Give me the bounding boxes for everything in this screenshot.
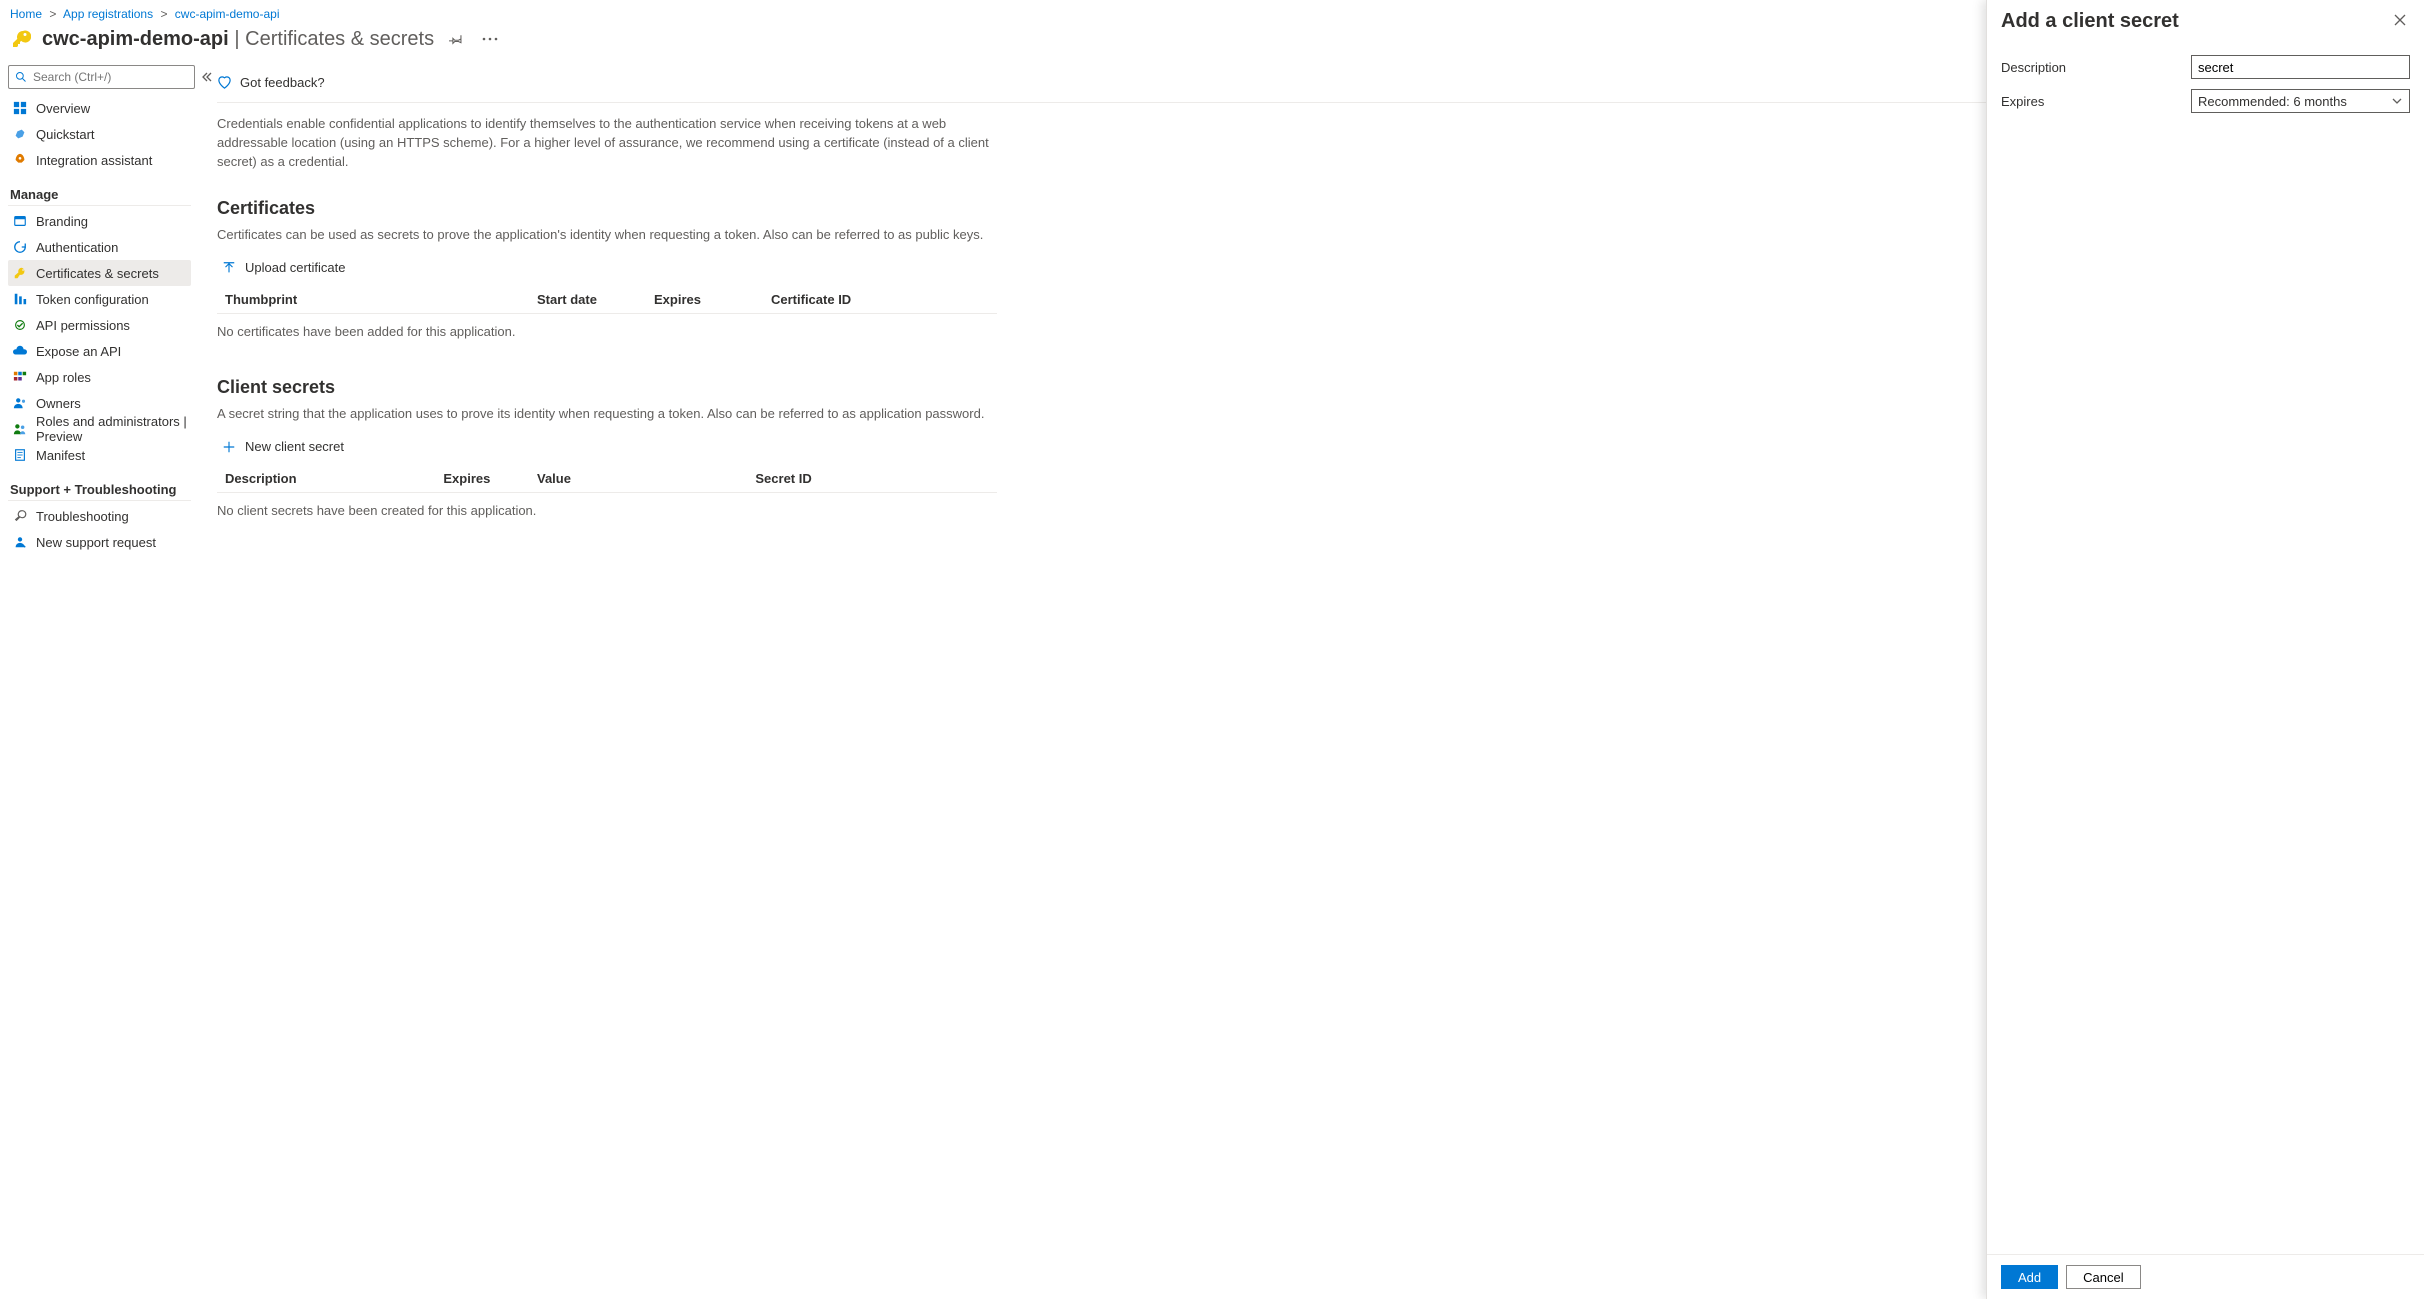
panel-close-button[interactable] [2390, 10, 2410, 30]
sidebar-item-certificates-secrets[interactable]: Certificates & secrets [8, 260, 191, 286]
nav-label: Manifest [36, 448, 85, 463]
trouble-icon [12, 508, 28, 524]
api-perm-icon [12, 317, 28, 333]
nav-label: Integration assistant [36, 153, 152, 168]
rocket-icon [12, 152, 28, 168]
client-secrets-table: Description Expires Value Secret ID [217, 465, 997, 493]
expires-label: Expires [2001, 94, 2181, 109]
new-client-secret-button[interactable]: New client secret [217, 435, 348, 459]
feedback-link[interactable]: Got feedback? [240, 75, 325, 90]
sidebar-item-overview[interactable]: Overview [8, 95, 191, 121]
sidebar-item-quickstart[interactable]: Quickstart [8, 121, 191, 147]
certificates-table: Thumbprint Start date Expires Certificat… [217, 286, 997, 314]
manifest-icon [12, 447, 28, 463]
expires-value: Recommended: 6 months [2198, 94, 2347, 109]
nav-label: New support request [36, 535, 156, 550]
upload-icon [221, 260, 237, 276]
description-label: Description [2001, 60, 2181, 75]
add-client-secret-panel: Add a client secret Description Expires … [1986, 0, 2424, 1299]
search-icon [15, 71, 27, 83]
upload-certificate-button[interactable]: Upload certificate [217, 256, 349, 280]
breadcrumb-current[interactable]: cwc-apim-demo-api [175, 7, 280, 21]
sidebar-item-owners[interactable]: Owners [8, 390, 191, 416]
branding-icon [12, 213, 28, 229]
cancel-button[interactable]: Cancel [2066, 1265, 2140, 1289]
add-button[interactable]: Add [2001, 1265, 2058, 1289]
admins-icon [12, 421, 28, 437]
nav-label: Troubleshooting [36, 509, 129, 524]
sidebar-item-integration-assistant[interactable]: Integration assistant [8, 147, 191, 173]
panel-title: Add a client secret [2001, 10, 2179, 33]
token-icon [12, 291, 28, 307]
nav-label: App roles [36, 370, 91, 385]
col-secret-value: Value [529, 465, 747, 493]
nav-label: Token configuration [36, 292, 149, 307]
upload-certificate-label: Upload certificate [245, 260, 345, 275]
auth-icon [12, 239, 28, 255]
pin-button[interactable] [444, 27, 468, 51]
expires-select[interactable]: Recommended: 6 months [2191, 89, 2410, 113]
nav-label: Quickstart [36, 127, 95, 142]
col-thumbprint: Thumbprint [217, 286, 529, 314]
credentials-description: Credentials enable confidential applicat… [217, 103, 997, 184]
expose-icon [12, 343, 28, 359]
col-start-date: Start date [529, 286, 646, 314]
sidebar-item-api-permissions[interactable]: API permissions [8, 312, 191, 338]
sidebar-item-token-configuration[interactable]: Token configuration [8, 286, 191, 312]
roles-icon [12, 369, 28, 385]
key-icon [12, 265, 28, 281]
sidebar-item-troubleshooting[interactable]: Troubleshooting [8, 503, 191, 529]
nav-label: Authentication [36, 240, 118, 255]
nav-label: Branding [36, 214, 88, 229]
sidebar-item-expose-an-api[interactable]: Expose an API [8, 338, 191, 364]
owners-icon [12, 395, 28, 411]
col-secret-description: Description [217, 465, 435, 493]
heart-icon [217, 75, 232, 90]
col-secret-id: Secret ID [747, 465, 997, 493]
nav-group-support: Support + Troubleshooting [8, 474, 191, 501]
nav-label: Overview [36, 101, 90, 116]
page-title-app: cwc-apim-demo-api [42, 28, 229, 50]
breadcrumb-home[interactable]: Home [10, 7, 42, 21]
more-button[interactable] [478, 27, 502, 51]
sidebar-item-new-support-request[interactable]: New support request [8, 529, 191, 555]
plus-icon [221, 439, 237, 455]
description-input[interactable] [2191, 55, 2410, 79]
col-secret-expires: Expires [435, 465, 529, 493]
new-client-secret-label: New client secret [245, 439, 344, 454]
sidebar: OverviewQuickstartIntegration assistant … [0, 65, 197, 1299]
nav-label: Certificates & secrets [36, 266, 159, 281]
nav-group-manage: Manage [8, 179, 191, 206]
quickstart-icon [12, 126, 28, 142]
sidebar-item-branding[interactable]: Branding [8, 208, 191, 234]
search-box[interactable] [8, 65, 195, 89]
sidebar-item-roles-and-administrators-preview[interactable]: Roles and administrators | Preview [8, 416, 191, 442]
nav-label: Owners [36, 396, 81, 411]
breadcrumb-app-registrations[interactable]: App registrations [63, 7, 153, 21]
key-icon [10, 28, 32, 50]
col-cert-expires: Expires [646, 286, 763, 314]
sidebar-item-authentication[interactable]: Authentication [8, 234, 191, 260]
overview-icon [12, 100, 28, 116]
search-input[interactable] [33, 70, 188, 84]
sidebar-item-app-roles[interactable]: App roles [8, 364, 191, 390]
nav-label: Expose an API [36, 344, 121, 359]
sidebar-item-manifest[interactable]: Manifest [8, 442, 191, 468]
support-icon [12, 534, 28, 550]
col-certificate-id: Certificate ID [763, 286, 997, 314]
nav-label: Roles and administrators | Preview [36, 414, 187, 444]
page-title-section: Certificates & secrets [245, 28, 434, 50]
nav-label: API permissions [36, 318, 130, 333]
chevron-down-icon [2391, 95, 2403, 107]
